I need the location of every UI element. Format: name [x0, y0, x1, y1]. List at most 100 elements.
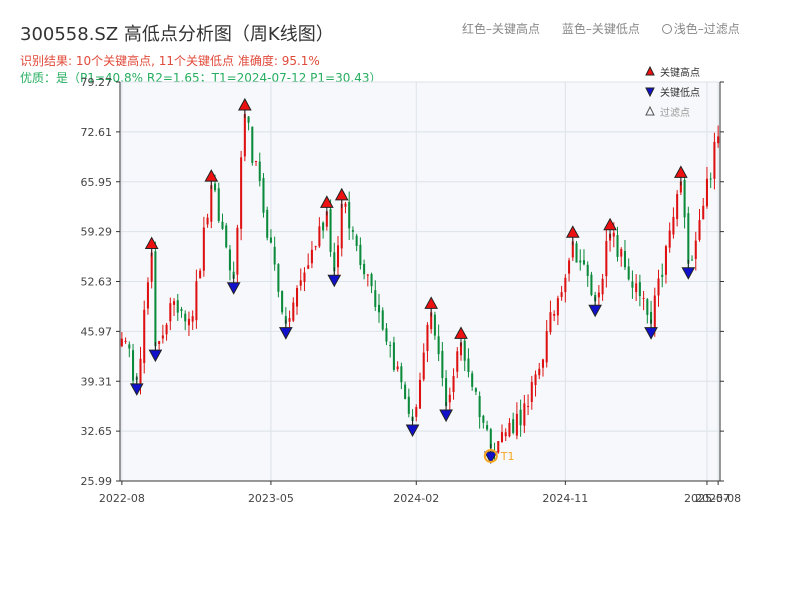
candle-body	[400, 366, 403, 383]
candle-body	[560, 292, 563, 297]
candle-body	[452, 376, 455, 392]
candle-body	[582, 260, 585, 265]
candle-body	[523, 403, 526, 426]
y-tick-label: 59.29	[81, 226, 113, 239]
candle-body	[564, 277, 567, 293]
candle-body	[385, 328, 388, 342]
candle-body	[173, 301, 176, 305]
candle-body	[597, 292, 600, 298]
candle-body	[601, 278, 604, 295]
candle-body	[217, 188, 220, 221]
candle-body	[605, 241, 608, 277]
legend-label: 关键低点	[660, 86, 700, 99]
candle-body	[627, 266, 630, 280]
candle-body	[251, 126, 254, 163]
candle-body	[303, 272, 306, 282]
t1-label: T1	[500, 450, 515, 463]
candle-body	[240, 157, 243, 229]
x-tick-label: 2023-05	[248, 492, 294, 505]
candle-body	[269, 237, 272, 243]
candle-body	[184, 313, 187, 322]
candle-body	[176, 300, 179, 313]
candle-body	[366, 274, 369, 276]
candle-body	[154, 251, 157, 347]
candle-body	[661, 274, 664, 277]
candle-body	[709, 178, 712, 180]
candle-body	[463, 340, 466, 361]
candle-body	[433, 314, 436, 336]
y-tick-label: 72.61	[81, 126, 113, 139]
candle-body	[519, 409, 522, 426]
candle-body	[713, 141, 716, 179]
candle-body	[221, 221, 224, 229]
candle-body	[486, 425, 489, 430]
candle-body	[165, 324, 168, 335]
candle-body	[702, 205, 705, 220]
candle-body	[124, 340, 127, 343]
candle-body	[426, 324, 429, 351]
candle-body	[132, 350, 135, 381]
candle-body	[616, 235, 619, 257]
candle-body	[381, 310, 384, 330]
candle-body	[497, 441, 500, 453]
candle-body	[474, 388, 477, 392]
candle-body	[705, 178, 708, 207]
candle-body	[646, 299, 649, 315]
candle-body	[657, 278, 660, 296]
candle-body	[243, 113, 246, 157]
candle-body	[374, 290, 377, 307]
candle-body	[687, 213, 690, 264]
candle-body	[717, 136, 720, 144]
candle-body	[351, 230, 354, 232]
candle-body	[676, 194, 679, 220]
candle-body	[363, 263, 366, 275]
y-tick-label: 52.63	[81, 276, 113, 289]
candle-body	[255, 161, 258, 163]
candle-body	[504, 432, 507, 437]
x-tick-label: 2024-02	[393, 492, 439, 505]
candle-body	[202, 227, 205, 271]
candle-body	[295, 288, 299, 307]
candle-body	[292, 302, 295, 321]
candle-body	[404, 384, 407, 399]
candle-body	[128, 344, 131, 349]
candle-body	[344, 203, 347, 207]
y-tick-label: 65.95	[81, 176, 113, 189]
y-tick-label: 39.31	[81, 375, 113, 388]
candle-body	[299, 280, 302, 286]
candle-body	[262, 178, 265, 213]
candle-body	[355, 235, 358, 246]
candle-body	[158, 341, 161, 345]
candle-body	[146, 282, 149, 309]
candle-body	[612, 232, 615, 237]
candle-body	[169, 303, 172, 322]
candle-body	[527, 406, 530, 408]
candle-body	[437, 336, 440, 355]
candle-body	[642, 297, 645, 299]
candle-body	[530, 382, 533, 403]
candle-body	[508, 422, 511, 437]
candle-body	[698, 220, 701, 240]
candle-body	[635, 283, 638, 293]
legend-label: 过滤点	[660, 106, 690, 119]
candle-body	[538, 368, 541, 376]
y-tick-label: 45.97	[81, 325, 113, 338]
candle-body	[553, 314, 556, 316]
candle-body	[556, 298, 559, 316]
candle-body	[336, 245, 340, 268]
candle-body	[314, 246, 317, 248]
candle-body	[541, 359, 545, 368]
candle-body	[180, 309, 183, 312]
x-tick-label: 2022-08	[99, 492, 145, 505]
candle-body	[545, 331, 548, 363]
candle-body	[691, 259, 694, 261]
candle-body	[161, 335, 164, 339]
candle-body	[512, 419, 515, 433]
candle-body	[139, 358, 142, 384]
candle-body	[214, 183, 217, 191]
candle-body	[482, 415, 485, 423]
candle-body	[590, 274, 593, 295]
y-tick-label: 79.27	[81, 76, 113, 89]
candle-body	[396, 366, 399, 370]
candle-body	[668, 230, 671, 248]
